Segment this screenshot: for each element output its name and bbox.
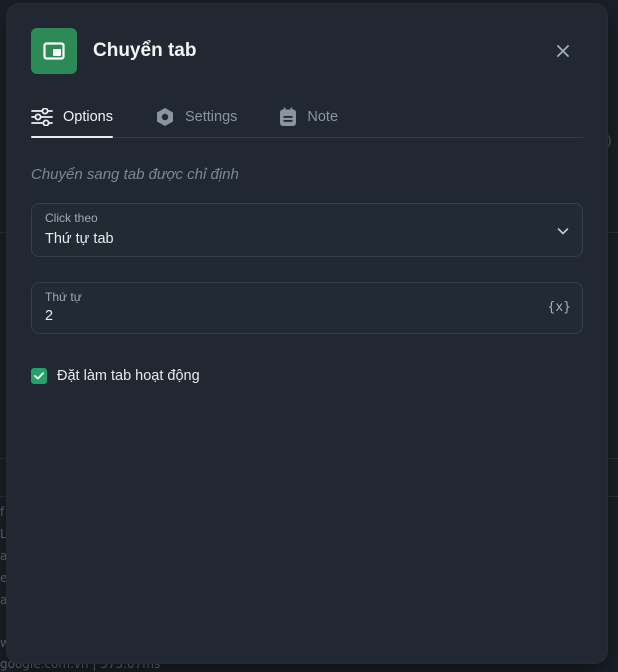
background-text-fragment: L: [0, 527, 7, 541]
tab-order-value: 2: [45, 308, 54, 324]
set-active-tab-checkbox[interactable]: [31, 368, 47, 384]
tab-label: Note: [307, 108, 339, 125]
set-active-tab-label: Đặt làm tab hoạt động: [57, 368, 200, 384]
dialog-tabs: Options Settings Note: [31, 96, 583, 138]
tab-order-label: Thứ tự: [45, 290, 82, 304]
hexagon-gear-icon: [155, 107, 175, 127]
tab-note[interactable]: Note: [279, 96, 338, 137]
click-by-select[interactable]: Click theo Thứ tự tab: [31, 203, 583, 257]
close-icon: [557, 45, 569, 57]
dialog-title: Chuyển tab: [93, 40, 197, 61]
dialog-header: Chuyển tab: [31, 28, 583, 74]
tab-options[interactable]: Options: [31, 96, 113, 138]
background-text-fragment: f: [0, 505, 5, 519]
note-icon: [279, 107, 297, 127]
set-active-tab-option[interactable]: Đặt làm tab hoạt động: [31, 368, 200, 384]
tab-settings[interactable]: Settings: [155, 96, 237, 137]
insert-variable-button[interactable]: {x}: [548, 300, 571, 315]
block-description: Chuyển sang tab được chỉ định: [31, 166, 239, 183]
background-text-fragment: ): [607, 134, 612, 148]
check-icon: [34, 372, 44, 380]
switch-tab-dialog: Chuyển tab Options Settings Note Chuyển …: [7, 4, 607, 663]
tab-order-input[interactable]: Thứ tự 2 {x}: [31, 282, 583, 334]
chevron-down-icon: [557, 228, 569, 235]
sliders-icon: [31, 107, 53, 126]
click-by-label: Click theo: [45, 211, 98, 225]
tab-label: Options: [63, 108, 113, 125]
click-by-value: Thứ tự tab: [45, 231, 114, 247]
tab-label: Settings: [184, 108, 238, 125]
tab-window-icon: [31, 28, 77, 74]
close-button[interactable]: [553, 41, 573, 61]
